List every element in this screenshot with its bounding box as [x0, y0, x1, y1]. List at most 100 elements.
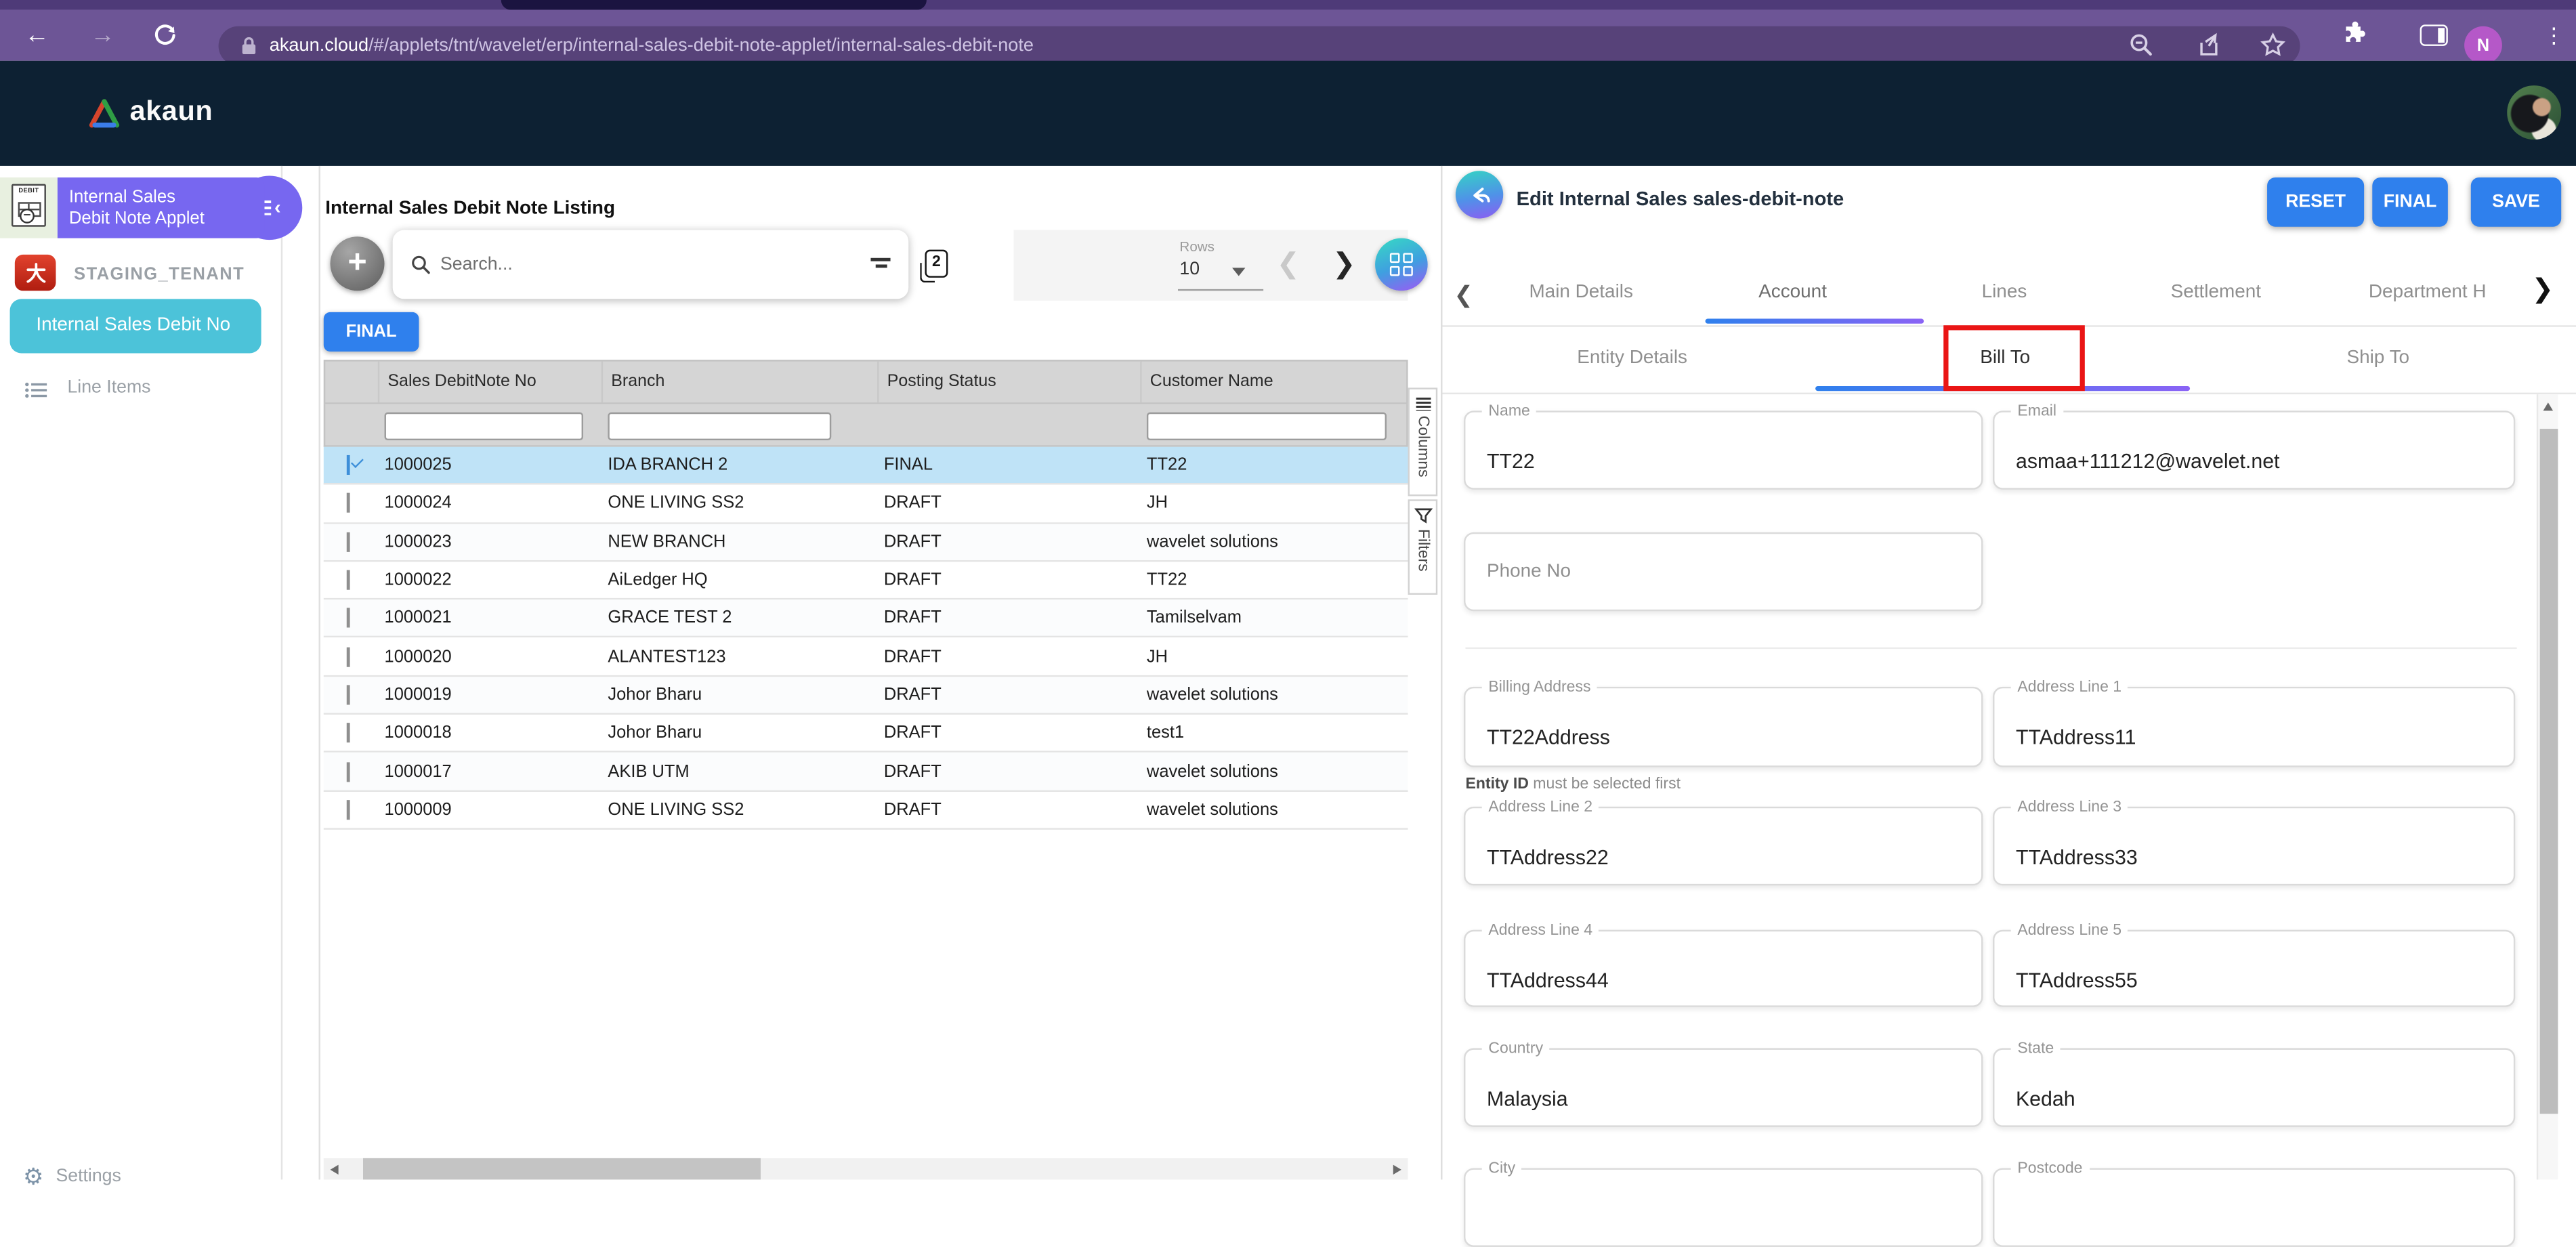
editor-tabs: Main Details Account Lines Settlement De…: [1475, 263, 2533, 324]
add-record-button[interactable]: +: [331, 236, 385, 291]
search-filter-icon[interactable]: [870, 258, 890, 271]
tabs-scroll-left-icon[interactable]: ❮: [1454, 282, 1473, 305]
scroll-left-icon[interactable]: [331, 1164, 339, 1174]
horizontal-scrollbar[interactable]: [324, 1158, 1408, 1180]
zoom-out-icon[interactable]: [2128, 30, 2157, 60]
address-line-4-label: Address Line 4: [1482, 922, 1599, 940]
table-row[interactable]: 1000021GRACE TEST 2DRAFTTamilselvam: [324, 600, 1408, 639]
back-button[interactable]: [1456, 171, 1503, 218]
gear-icon: ⚙: [23, 1165, 43, 1188]
browser-forward-icon[interactable]: →: [90, 10, 114, 61]
save-button[interactable]: SAVE: [2471, 177, 2561, 227]
tab-department-handling[interactable]: Department H: [2322, 263, 2533, 324]
dropdown-caret-icon[interactable]: [1232, 268, 1245, 276]
side-panel-icon[interactable]: [2420, 24, 2448, 46]
tab-lines[interactable]: Lines: [1899, 263, 2110, 324]
tab-settlement[interactable]: Settlement: [2110, 263, 2321, 324]
row-checkbox[interactable]: [347, 532, 350, 551]
row-checkbox[interactable]: [347, 570, 350, 590]
column-header[interactable]: Branch: [601, 362, 877, 403]
table-row[interactable]: 1000009ONE LIVING SS2DRAFTwavelet soluti…: [324, 791, 1408, 830]
table-row[interactable]: 1000017AKIB UTMDRAFTwavelet solutions: [324, 753, 1408, 792]
address-line-1-field[interactable]: Address Line 1 TTAddress11: [1993, 687, 2515, 767]
table-row[interactable]: 1000025IDA BRANCH 2FINALTT22: [324, 447, 1408, 486]
tab-main-details[interactable]: Main Details: [1475, 263, 1687, 324]
table-header-row: Sales DebitNote No Branch Posting Status…: [324, 360, 1408, 404]
table-row[interactable]: 1000020ALANTEST123DRAFTJH: [324, 638, 1408, 677]
scrollbar-thumb[interactable]: [363, 1158, 761, 1180]
row-checkbox[interactable]: [347, 608, 350, 628]
subtab-entity-details[interactable]: Entity Details: [1445, 327, 1819, 392]
row-checkbox[interactable]: [347, 494, 350, 513]
table-row[interactable]: 1000022AiLedger HQDRAFTTT22: [324, 562, 1408, 600]
address-line-5-field[interactable]: Address Line 5 TTAddress55: [1993, 930, 2515, 1007]
sidebar-item-internal-sales-debit-note[interactable]: Internal Sales Debit No: [10, 299, 261, 353]
tab-filters[interactable]: Filters: [1408, 499, 1438, 595]
row-checkbox[interactable]: [347, 800, 350, 820]
grid-view-button[interactable]: [1375, 238, 1428, 291]
scroll-right-icon[interactable]: [1393, 1164, 1401, 1174]
lock-icon: [240, 35, 258, 55]
address-line-4-field[interactable]: Address Line 4 TTAddress44: [1464, 930, 1983, 1007]
row-checkbox[interactable]: [347, 685, 350, 704]
address-line-2-field[interactable]: Address Line 2 TTAddress22: [1464, 807, 1983, 885]
search-input[interactable]: Search...: [393, 230, 909, 299]
vertical-scrollbar[interactable]: [2537, 394, 2558, 1180]
table-row[interactable]: 1000023NEW BRANCHDRAFTwavelet solutions: [324, 524, 1408, 562]
address-line-4-value: TTAddress44: [1487, 969, 1609, 992]
sidebar-applet-title[interactable]: Internal Sales Debit Note Applet: [58, 177, 265, 238]
filter-input-customer-name[interactable]: [1147, 413, 1387, 440]
reset-button[interactable]: RESET: [2267, 177, 2364, 227]
billing-address-field[interactable]: Billing Address TT22Address: [1464, 687, 1983, 767]
final-button[interactable]: FINAL: [324, 312, 419, 352]
sidebar-item-settings[interactable]: Settings: [56, 1166, 121, 1186]
email-field[interactable]: Email asmaa+111212@wavelet.net: [1993, 410, 2515, 489]
column-header[interactable]: Customer Name: [1140, 362, 1410, 403]
table-row[interactable]: 1000019Johor BharuDRAFTwavelet solutions: [324, 677, 1408, 715]
sidebar-item-line-items[interactable]: Line Items: [67, 378, 150, 398]
tabs-scroll-right-icon[interactable]: ❯: [2532, 279, 2554, 302]
subtab-ship-to[interactable]: Ship To: [2191, 327, 2564, 392]
url-bar[interactable]: akaun.cloud/#/applets/tnt/wavelet/erp/in…: [219, 26, 2300, 65]
filter-input-branch[interactable]: [608, 413, 831, 440]
name-field[interactable]: Name TT22: [1464, 410, 1983, 489]
table-row[interactable]: 1000018Johor BharuDRAFTtest1: [324, 715, 1408, 753]
state-label: State: [2011, 1040, 2061, 1058]
browser-tab[interactable]: [501, 0, 927, 10]
phone-field[interactable]: Phone No: [1464, 532, 1983, 611]
multi-select-pages-icon[interactable]: 2: [925, 250, 948, 278]
browser-back-icon[interactable]: ←: [24, 10, 49, 61]
select-underline: [1178, 289, 1263, 291]
row-checkbox[interactable]: [347, 723, 350, 743]
row-checkbox[interactable]: [347, 647, 350, 667]
rows-per-page-select[interactable]: 10: [1179, 259, 1200, 279]
column-header[interactable]: Posting Status: [877, 362, 1140, 403]
scroll-up-icon[interactable]: [2543, 402, 2554, 410]
extensions-puzzle-icon[interactable]: [2340, 22, 2366, 48]
billing-address-value: TT22Address: [1487, 726, 1610, 749]
browser-menu-icon[interactable]: ⋮: [2543, 10, 2565, 61]
address-line-3-field[interactable]: Address Line 3 TTAddress33: [1993, 807, 2515, 885]
browser-profile-avatar[interactable]: N: [2464, 26, 2502, 64]
akaun-logo-icon: [85, 97, 123, 130]
sidebar-item-tenant[interactable]: STAGING_TENANT: [74, 264, 245, 284]
tab-account[interactable]: Account: [1687, 263, 1898, 324]
row-checkbox[interactable]: [347, 761, 350, 781]
next-page-icon[interactable]: ❯: [1332, 250, 1356, 278]
applet-icon-label: DEBIT: [13, 187, 44, 194]
address-line-1-value: TTAddress11: [2016, 726, 2136, 749]
share-icon[interactable]: [2195, 30, 2224, 60]
country-field[interactable]: Country Malaysia: [1464, 1048, 1983, 1126]
final-button-editor[interactable]: FINAL: [2372, 177, 2448, 227]
user-avatar[interactable]: [2507, 85, 2561, 140]
state-field[interactable]: State Kedah: [1993, 1048, 2515, 1126]
tab-columns[interactable]: Columns: [1408, 387, 1438, 496]
browser-reload-icon[interactable]: [153, 23, 177, 47]
row-checkbox[interactable]: [347, 455, 350, 475]
column-header[interactable]: Sales DebitNote No: [378, 362, 601, 403]
bookmark-star-icon[interactable]: [2259, 30, 2289, 60]
filter-input-debitnote-no[interactable]: [385, 413, 583, 440]
table-row[interactable]: 1000024ONE LIVING SS2DRAFTJH: [324, 485, 1408, 524]
prev-page-icon[interactable]: ❮: [1277, 250, 1301, 278]
scrollbar-thumb[interactable]: [2540, 429, 2558, 1114]
